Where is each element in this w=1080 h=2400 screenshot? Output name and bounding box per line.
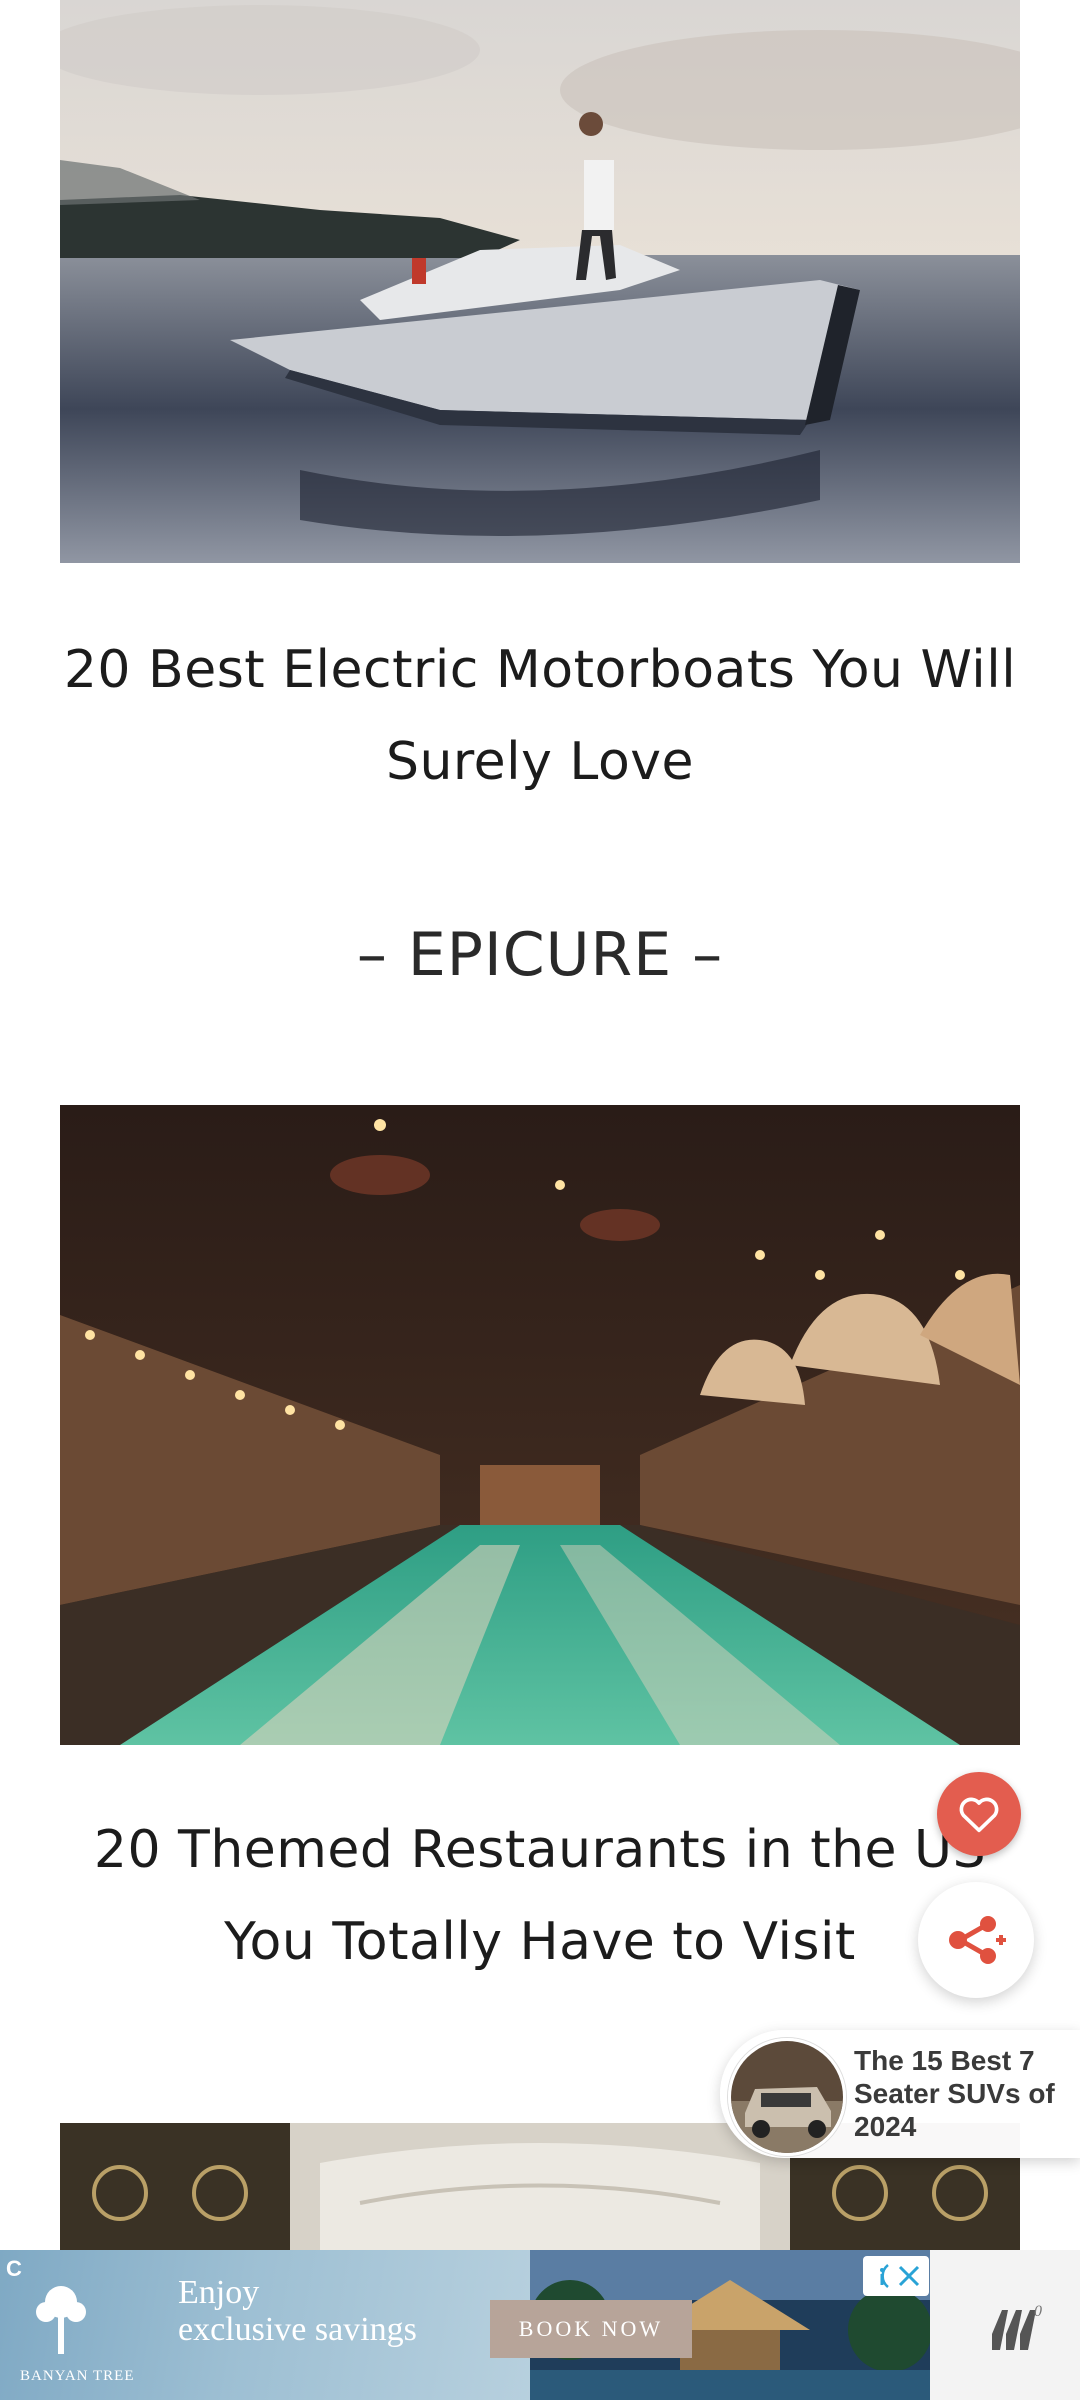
ad-brand-logo: C	[6, 2256, 86, 2354]
recommendation-thumbnail	[728, 2038, 846, 2156]
article-image-restaurant[interactable]	[60, 1105, 1020, 1745]
article-image-motorboat[interactable]	[60, 0, 1020, 563]
heart-icon	[959, 1797, 999, 1833]
ad-brand: BANYAN TREE	[20, 2368, 135, 2384]
ad-headline-line-1: Enjoy	[178, 2274, 260, 2311]
svg-text:C: C	[6, 2256, 22, 2281]
section-heading: – EPICURE –	[356, 920, 724, 990]
ad-info-icon	[880, 2264, 889, 2288]
share-button[interactable]	[918, 1882, 1034, 1998]
ad-book-now-button[interactable]: BOOK NOW	[490, 2300, 692, 2358]
share-icon	[949, 1916, 1006, 1964]
ad-headline: Enjoy exclusive savings	[178, 2274, 417, 2348]
ad-network-logo-icon: 0	[992, 2303, 1042, 2350]
article-title[interactable]: 20 Themed Restaurants in the US You Tota…	[60, 1804, 1020, 1988]
svg-text:0: 0	[1034, 2303, 1042, 2320]
like-button[interactable]	[937, 1772, 1021, 1856]
recommendation-widget[interactable]: The 15 Best 7 Seater SUVs of 2024	[720, 2030, 1080, 2158]
recommendation-title: The 15 Best 7 Seater SUVs of 2024	[854, 2045, 1055, 2142]
ad-network-badge: 0	[930, 2250, 1080, 2400]
ad-headline-line-2: exclusive savings	[178, 2311, 417, 2348]
ad-close-button[interactable]	[863, 2256, 929, 2296]
restaurant-photo	[60, 1105, 1020, 1745]
article-title[interactable]: 20 Best Electric Motorboats You Will Sur…	[60, 624, 1020, 808]
motorboat-photo	[60, 0, 1020, 563]
ad-creative: C BANYAN TREE Enjoy exclusive savings	[0, 2250, 530, 2400]
close-icon	[898, 2265, 920, 2287]
